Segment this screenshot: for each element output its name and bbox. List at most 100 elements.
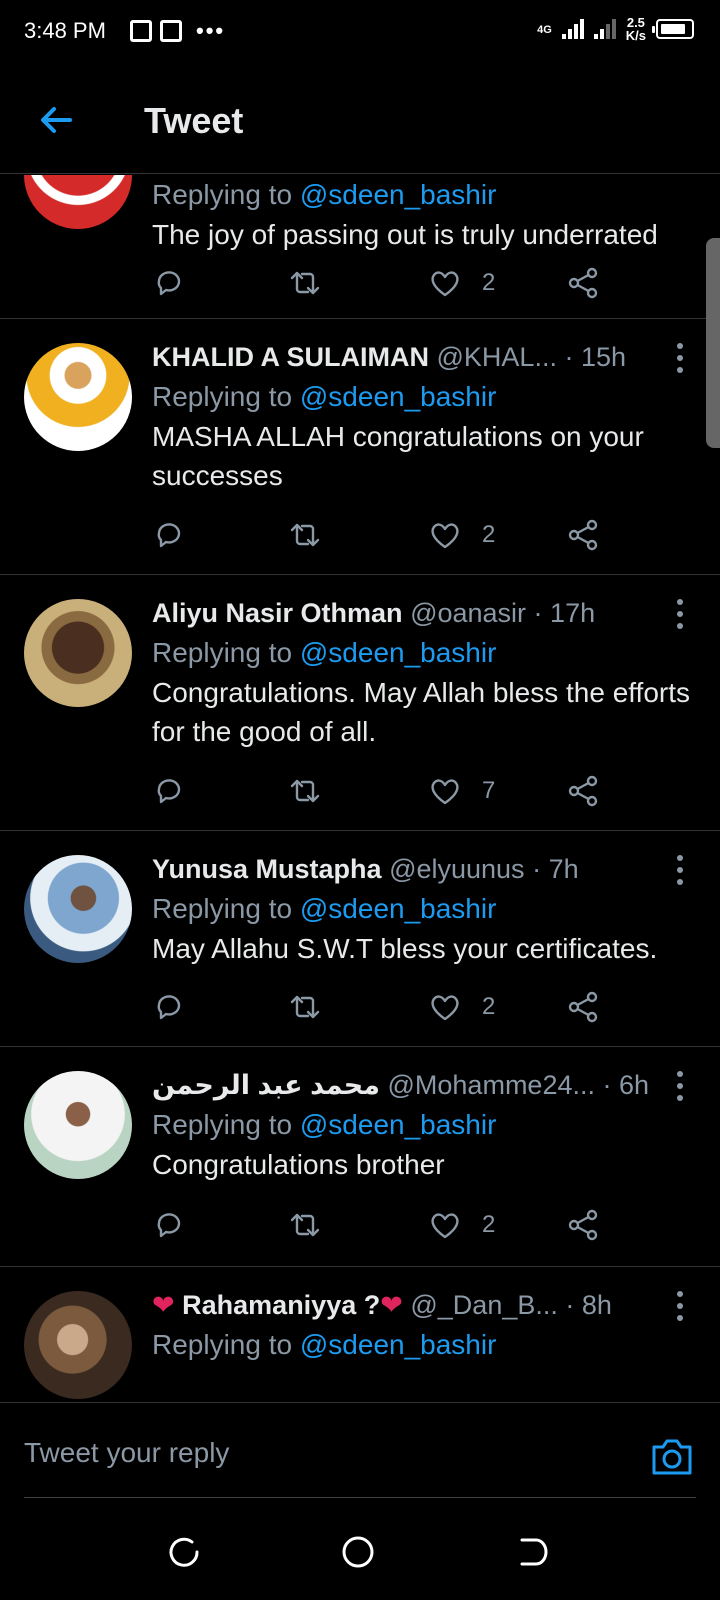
page-title: Tweet (144, 100, 244, 141)
mention-link[interactable]: @sdeen_bashir (300, 1109, 497, 1140)
tweet-header: Aliyu Nasir Othman @oanasir · 17h (152, 598, 596, 628)
system-indicators: 4G 2.5 K/s (537, 16, 694, 42)
replies-feed[interactable]: Replying to @sdeen_bashir The joy of pas… (0, 175, 720, 1403)
share-icon (568, 267, 598, 299)
replying-to: Replying to @sdeen_bashir (152, 1109, 497, 1140)
like-button[interactable]: 2 (428, 263, 495, 303)
user-name[interactable]: Aliyu Nasir Othman (152, 598, 403, 628)
mention-link[interactable]: @sdeen_bashir (300, 637, 497, 668)
more-options-icon[interactable] (676, 599, 684, 629)
share-button[interactable] (566, 515, 600, 555)
user-handle[interactable]: @KHAL... (437, 342, 557, 372)
share-button[interactable] (566, 771, 600, 811)
avatar[interactable] (24, 343, 132, 451)
reply-button[interactable] (152, 771, 186, 811)
retweet-icon (290, 271, 320, 295)
reply-tweet[interactable]: ❤ Rahamaniyya ?❤ @_Dan_B... · 8h Replyin… (0, 1267, 720, 1403)
comment-icon (157, 995, 181, 1020)
notification-icons: ••• (130, 18, 225, 44)
tweet-text: Congratulations. May Allah bless the eff… (152, 677, 691, 747)
reply-button[interactable] (152, 987, 186, 1027)
tweet-header: ❤ Rahamaniyya ?❤ @_Dan_B... · 8h (152, 1290, 612, 1320)
more-options-icon[interactable] (676, 1291, 684, 1321)
reply-input[interactable]: Tweet your reply (24, 1437, 229, 1469)
news-notification-icon (130, 20, 152, 42)
heart-icon (431, 1213, 459, 1239)
mention-link[interactable]: @sdeen_bashir (300, 893, 497, 924)
like-count: 2 (482, 521, 496, 548)
share-button[interactable] (566, 987, 600, 1027)
share-icon (568, 991, 598, 1023)
tweet-text: MASHA ALLAH congratulations on your succ… (152, 421, 644, 491)
retweet-button[interactable] (288, 1205, 322, 1245)
arrow-left-icon[interactable] (36, 100, 76, 140)
user-name[interactable]: Rahamaniyya ? (182, 1290, 380, 1320)
tweet-actions: 2 (152, 987, 612, 1027)
retweet-button[interactable] (288, 987, 322, 1027)
retweet-icon (290, 1213, 320, 1237)
like-button[interactable]: 2 (428, 987, 495, 1027)
heart-icon (431, 271, 459, 297)
reply-button[interactable] (152, 1205, 186, 1245)
user-handle[interactable]: @Mohamme24... (388, 1070, 595, 1100)
share-button[interactable] (566, 1205, 600, 1245)
reply-tweet[interactable]: Yunusa Mustapha @elyuunus · 7h Replying … (0, 831, 720, 1047)
user-handle[interactable]: @oanasir (410, 598, 526, 628)
retweet-icon (290, 779, 320, 803)
reply-tweet[interactable]: KHALID A SULAIMAN @KHAL... · 15h Replyin… (0, 319, 720, 575)
avatar[interactable] (24, 1291, 132, 1399)
like-count: 2 (482, 269, 496, 296)
user-name[interactable]: KHALID A SULAIMAN (152, 342, 429, 372)
user-name[interactable]: محمد عبد الرحمن (152, 1070, 380, 1100)
user-name[interactable]: Yunusa Mustapha (152, 854, 382, 884)
network-speed: 2.5 K/s (626, 16, 646, 42)
reply-tweet[interactable]: Aliyu Nasir Othman @oanasir · 17h Replyi… (0, 575, 720, 831)
like-button[interactable]: 2 (428, 1205, 495, 1245)
heart-icon (431, 995, 459, 1021)
top-app-bar: Tweet (0, 64, 720, 174)
share-button[interactable] (566, 263, 600, 303)
avatar[interactable] (24, 599, 132, 707)
reply-button[interactable] (152, 515, 186, 555)
mention-link[interactable]: @sdeen_bashir (300, 1329, 497, 1360)
like-button[interactable]: 7 (428, 771, 495, 811)
share-icon (568, 1209, 598, 1241)
camera-icon[interactable] (650, 1437, 694, 1477)
two-hearts-icon: ❤ (380, 1290, 403, 1320)
reply-button[interactable] (152, 263, 186, 303)
avatar[interactable] (24, 175, 132, 229)
share-icon (568, 775, 598, 807)
mention-link[interactable]: @sdeen_bashir (300, 179, 497, 210)
more-notifications-icon: ••• (196, 18, 226, 43)
retweet-icon (290, 523, 320, 547)
retweet-button[interactable] (288, 515, 322, 555)
like-button[interactable]: 2 (428, 515, 495, 555)
more-options-icon[interactable] (676, 343, 684, 373)
like-count: 2 (482, 993, 496, 1020)
reply-composer: Tweet your reply (0, 1402, 720, 1498)
status-bar: 3:48 PM ••• 4G 2.5 K/s (0, 0, 720, 64)
reply-tweet[interactable]: محمد عبد الرحمن @Mohamme24... · 6h Reply… (0, 1047, 720, 1267)
tweet-actions: 2 (152, 515, 612, 555)
signal-strength-2-icon (593, 19, 616, 39)
reply-tweet[interactable]: Replying to @sdeen_bashir The joy of pas… (0, 175, 720, 319)
back-icon[interactable] (512, 1532, 552, 1572)
tweet-actions: 2 (152, 263, 612, 303)
recents-icon[interactable] (164, 1532, 204, 1572)
more-options-icon[interactable] (676, 855, 684, 885)
avatar[interactable] (24, 1071, 132, 1179)
tweet-text: Congratulations brother (152, 1149, 445, 1180)
tweet-time: 15h (580, 342, 627, 372)
retweet-button[interactable] (288, 263, 322, 303)
home-icon[interactable] (338, 1532, 378, 1572)
user-handle[interactable]: @_Dan_B... (410, 1290, 558, 1320)
user-handle[interactable]: @elyuunus (389, 854, 525, 884)
scrollbar[interactable] (706, 238, 720, 448)
like-count: 7 (482, 777, 496, 804)
replying-to: Replying to @sdeen_bashir (152, 179, 497, 210)
more-options-icon[interactable] (676, 1071, 684, 1101)
avatar[interactable] (24, 855, 132, 963)
replying-to: Replying to @sdeen_bashir (152, 1329, 497, 1360)
retweet-button[interactable] (288, 771, 322, 811)
mention-link[interactable]: @sdeen_bashir (300, 381, 497, 412)
